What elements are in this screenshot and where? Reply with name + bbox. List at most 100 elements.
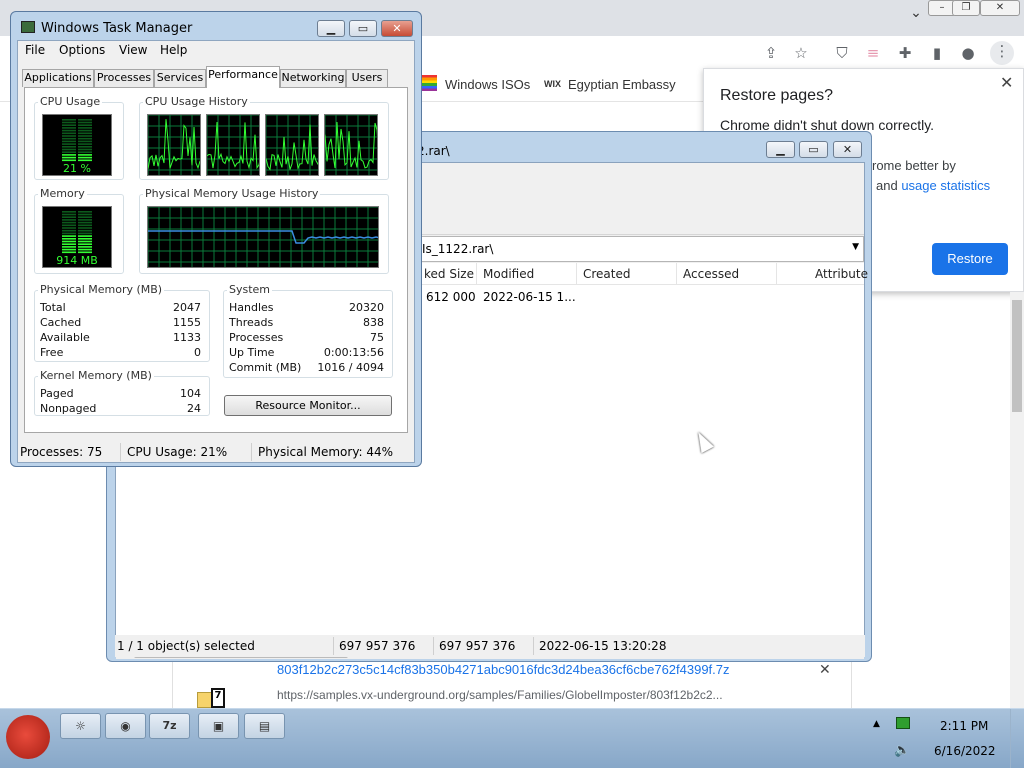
cpu-meter-segment [78, 143, 92, 145]
cell-modified: 2022-06-15 1... [483, 290, 576, 304]
close-icon[interactable]: ✕ [819, 662, 831, 678]
taskbar-chrome-icon[interactable]: ◉ [105, 713, 146, 739]
physical-memory-group: Physical Memory (MB) Total 2047 Cached 1… [34, 283, 210, 362]
memory-meter-segment [62, 238, 76, 240]
bookmark-egyptian-embassy[interactable]: Egyptian Embassy [568, 77, 676, 92]
col-accessed[interactable]: Accessed [683, 267, 739, 281]
tray-expand-icon[interactable]: ▲ [873, 719, 880, 729]
network-icon[interactable] [896, 717, 910, 729]
chrome-maximize-button[interactable]: ❐ [952, 0, 980, 16]
kv-value: 1133 [173, 331, 201, 344]
extensions-puzzle-icon[interactable]: ✚ [895, 43, 915, 63]
tab-performance[interactable]: Performance [206, 66, 280, 88]
col-modified[interactable]: Modified [483, 267, 534, 281]
bookmark-star-icon[interactable]: ☆ [791, 43, 811, 63]
clock-date[interactable]: 6/16/2022 [934, 744, 996, 758]
memory-label: Memory [38, 187, 87, 200]
cpu-meter-segment [62, 127, 76, 129]
menu-help[interactable]: Help [160, 43, 187, 57]
memory-history-graph [147, 206, 379, 268]
memory-meter-segment [62, 246, 76, 248]
bookmark-windows-isos[interactable]: Windows ISOs [445, 77, 530, 92]
memory-meter-segment [78, 232, 92, 235]
memory-meter-segment [62, 224, 76, 227]
taskbar-explorer-icon[interactable]: ☼ [60, 713, 101, 739]
download-filename[interactable]: 803f12b2c273c5c14cf83b350b4271abc9016fdc… [277, 662, 730, 677]
taskbar-7zip-icon[interactable]: 7z [149, 713, 190, 739]
tab-search-chevron-icon[interactable]: ⌄ [902, 6, 930, 22]
clock-time[interactable]: 2:11 PM [940, 719, 988, 733]
cell-packed: 612 000 [426, 290, 476, 304]
cpu-history-line [148, 119, 200, 170]
memory-meter: 914 MB [42, 206, 112, 268]
dropdown-arrow-icon[interactable]: ▼ [852, 242, 859, 252]
cpu-meter-segment [62, 143, 76, 145]
kv-label: Total [40, 301, 66, 314]
chrome-close-button[interactable]: ✕ [980, 0, 1020, 16]
restore-button[interactable]: Restore [932, 243, 1008, 275]
maximize-button[interactable]: ▭ [349, 20, 377, 37]
show-desktop-button[interactable] [1010, 709, 1024, 768]
minimize-button[interactable]: ▁ [317, 20, 345, 37]
menu-view[interactable]: View [119, 43, 147, 57]
cpu-meter-segment [78, 156, 92, 159]
memory-meter-segment [78, 213, 92, 216]
kernel-memory-label: Kernel Memory (MB) [38, 369, 154, 382]
memory-meter-segment [62, 227, 76, 229]
taskbar-notepad-icon[interactable]: ▤ [244, 713, 285, 739]
usage-statistics-link[interactable]: usage statistics [901, 178, 990, 193]
kv-label: Handles [229, 301, 274, 314]
col-attributes[interactable]: Attribute [815, 267, 868, 281]
memory-meter-segment [78, 251, 92, 254]
cpu-history-graph-4 [324, 114, 378, 176]
cpu-meter-segment [78, 119, 92, 121]
memory-history-line [148, 230, 378, 244]
kv-value: 1155 [173, 316, 201, 329]
tab-users[interactable]: Users [346, 69, 388, 87]
cpu-meter-segment [62, 129, 76, 132]
restore-partial-text: rome better by [872, 158, 956, 173]
menu-options[interactable]: Options [59, 43, 105, 57]
extension-flag-icon[interactable]: ≡ [863, 43, 883, 63]
kv-label: Paged [40, 387, 74, 400]
cpu-history-line [325, 121, 377, 169]
start-button-angry-bird-icon[interactable] [6, 715, 50, 759]
chrome-menu-icon[interactable]: ⋮ [990, 41, 1014, 65]
volume-icon[interactable]: 🔈 [894, 743, 910, 758]
cpu-meter-segment [62, 137, 76, 140]
memory-meter-segment [78, 211, 92, 213]
memory-meter-segment [78, 219, 92, 221]
minimize-button[interactable]: ▁ [766, 141, 795, 158]
close-button[interactable]: ✕ [381, 20, 413, 37]
system-group: System Handles 20320 Threads 838 Process… [223, 283, 393, 378]
col-created[interactable]: Created [583, 267, 631, 281]
tab-processes[interactable]: Processes [94, 69, 154, 87]
profile-avatar-icon[interactable]: ● [958, 43, 978, 63]
maximize-button[interactable]: ▭ [799, 141, 828, 158]
close-icon[interactable]: ✕ [1000, 73, 1013, 92]
menu-file[interactable]: File [25, 43, 45, 57]
col-packed-size[interactable]: ked Size [424, 267, 474, 281]
close-button[interactable]: ✕ [833, 141, 862, 158]
memory-history-group: Physical Memory Usage History [139, 187, 389, 274]
cpu-meter-segment [62, 140, 76, 143]
memory-meter-segment [62, 248, 76, 251]
status-memory: Physical Memory: 44% [258, 445, 394, 459]
share-icon[interactable]: ⇪ [761, 43, 781, 63]
tab-applications[interactable]: Applications [22, 69, 94, 87]
kv-label: Free [40, 346, 64, 359]
physical-memory-label: Physical Memory (MB) [38, 283, 165, 296]
memory-meter-segment [62, 213, 76, 216]
page-scrollbar-thumb[interactable] [1012, 300, 1022, 412]
memory-value: 914 MB [56, 254, 98, 267]
cpu-meter-segment [78, 159, 92, 162]
cpu-meter-segment [78, 127, 92, 129]
ublock-icon[interactable]: ⛉ [832, 43, 852, 63]
tab-networking[interactable]: Networking [280, 69, 346, 87]
tab-services[interactable]: Services [154, 69, 206, 87]
cpu-meter-segment [78, 137, 92, 140]
resource-monitor-button[interactable]: Resource Monitor... [224, 395, 392, 416]
side-panel-icon[interactable]: ▮ [927, 43, 947, 63]
taskbar-taskmgr-icon[interactable]: ▣ [198, 713, 239, 739]
cpu-meter-segment [62, 151, 76, 153]
